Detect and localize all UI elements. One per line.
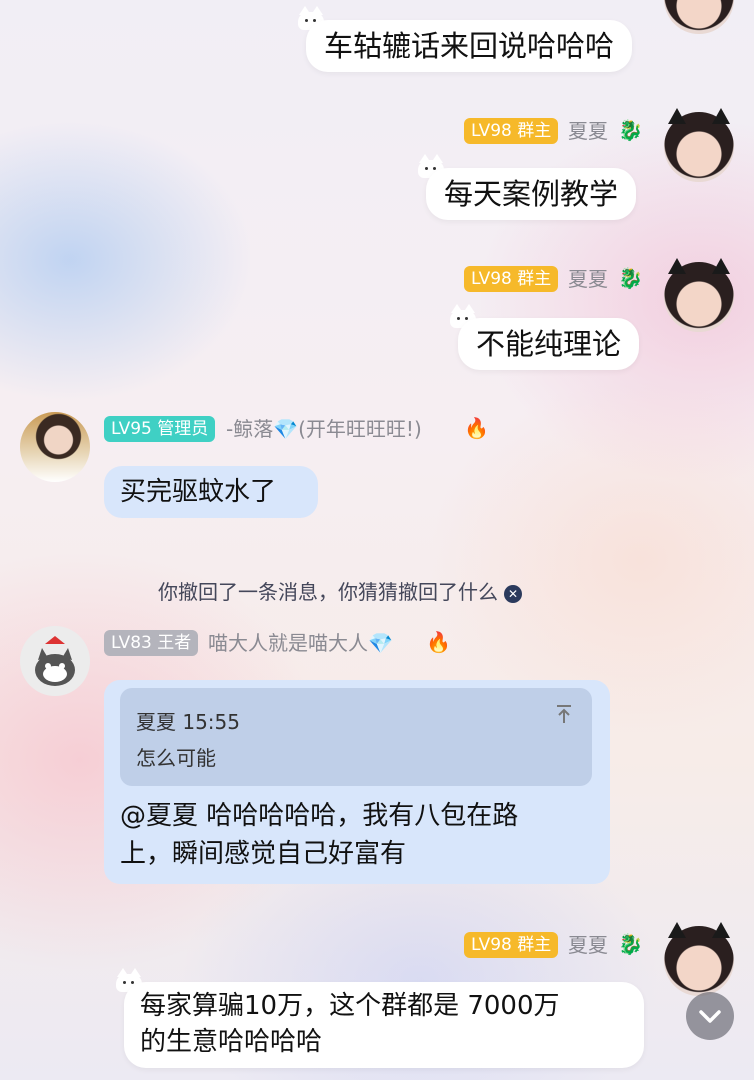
cat-ear-icon [668, 258, 686, 274]
quote-text: 怎么可能 [136, 746, 216, 770]
message-text: 上，瞬间感觉自己好富有 [120, 839, 407, 869]
avatar[interactable] [20, 412, 90, 482]
avatar[interactable] [664, 0, 734, 34]
cat-ear-icon [712, 258, 730, 274]
cat-avatar-icon [35, 636, 75, 686]
close-icon[interactable]: ✕ [504, 585, 522, 603]
dragon-icon: 🐉 [618, 932, 643, 956]
message-text: 买完驱蚊水了 [120, 477, 277, 507]
level-badge: LV95 管理员 [104, 416, 216, 442]
sender-name[interactable]: -鲸落💎(开年旺旺旺!) [226, 416, 422, 442]
jump-to-top-icon[interactable] [552, 702, 576, 726]
sender-name[interactable]: 夏夏 [568, 266, 608, 292]
message-text: @夏夏 哈哈哈哈哈，我有八包在路 [120, 801, 519, 831]
level-badge: LV98 群主 [464, 932, 559, 958]
level-badge: LV98 群主 [464, 118, 559, 144]
avatar[interactable] [20, 626, 90, 696]
chevron-down-icon [699, 1010, 721, 1023]
sender-name[interactable]: 喵大人就是喵大人💎 [208, 630, 393, 656]
quoted-message[interactable]: 夏夏 15:55 怎么可能 [120, 688, 592, 786]
level-badge: LV83 王者 [104, 630, 199, 656]
quote-author: 夏夏 15:55 [136, 710, 240, 734]
message-text: 的生意哈哈哈哈 [140, 1027, 323, 1057]
message-text: 每天案例教学 [444, 177, 619, 211]
message-bubble[interactable]: 每家算骗10万，这个群都是 7000万 的生意哈哈哈哈 [124, 982, 644, 1068]
message-text: 不能纯理论 [476, 327, 622, 361]
level-badge: LV98 群主 [464, 266, 559, 292]
recall-notice-text: 你撤回了一条消息，你猜猜撤回了什么 [158, 580, 498, 604]
sender-name[interactable]: 夏夏 [568, 932, 608, 958]
message-text: 车轱辘话来回说哈哈哈 [324, 29, 615, 63]
fire-icon: 🔥 [426, 630, 451, 654]
message-bubble[interactable]: 不能纯理论 [458, 318, 640, 370]
message-bubble[interactable]: 买完驱蚊水了 [104, 466, 318, 518]
reply-message-bubble[interactable]: 夏夏 15:55 怎么可能 @夏夏 哈哈哈哈哈，我有八包在路 上，瞬间感觉自己好… [104, 680, 610, 884]
message-text: 每家算骗10万，这个群都是 7000万 [140, 991, 560, 1021]
message-bubble[interactable]: 车轱辘话来回说哈哈哈 [306, 20, 633, 72]
cat-ear-icon [712, 922, 730, 938]
recall-notice: 你撤回了一条消息，你猜猜撤回了什么 ✕ [158, 576, 522, 605]
scroll-down-button[interactable] [686, 992, 734, 1040]
sender-name[interactable]: 夏夏 [568, 118, 608, 144]
cat-ear-icon [668, 922, 686, 938]
cat-ear-icon [712, 108, 730, 124]
message-bubble[interactable]: 每天案例教学 [426, 168, 637, 220]
dragon-icon: 🐉 [618, 266, 643, 290]
fire-icon: 🔥 [464, 416, 489, 440]
cat-ear-icon [668, 108, 686, 124]
dragon-icon: 🐉 [618, 118, 643, 142]
